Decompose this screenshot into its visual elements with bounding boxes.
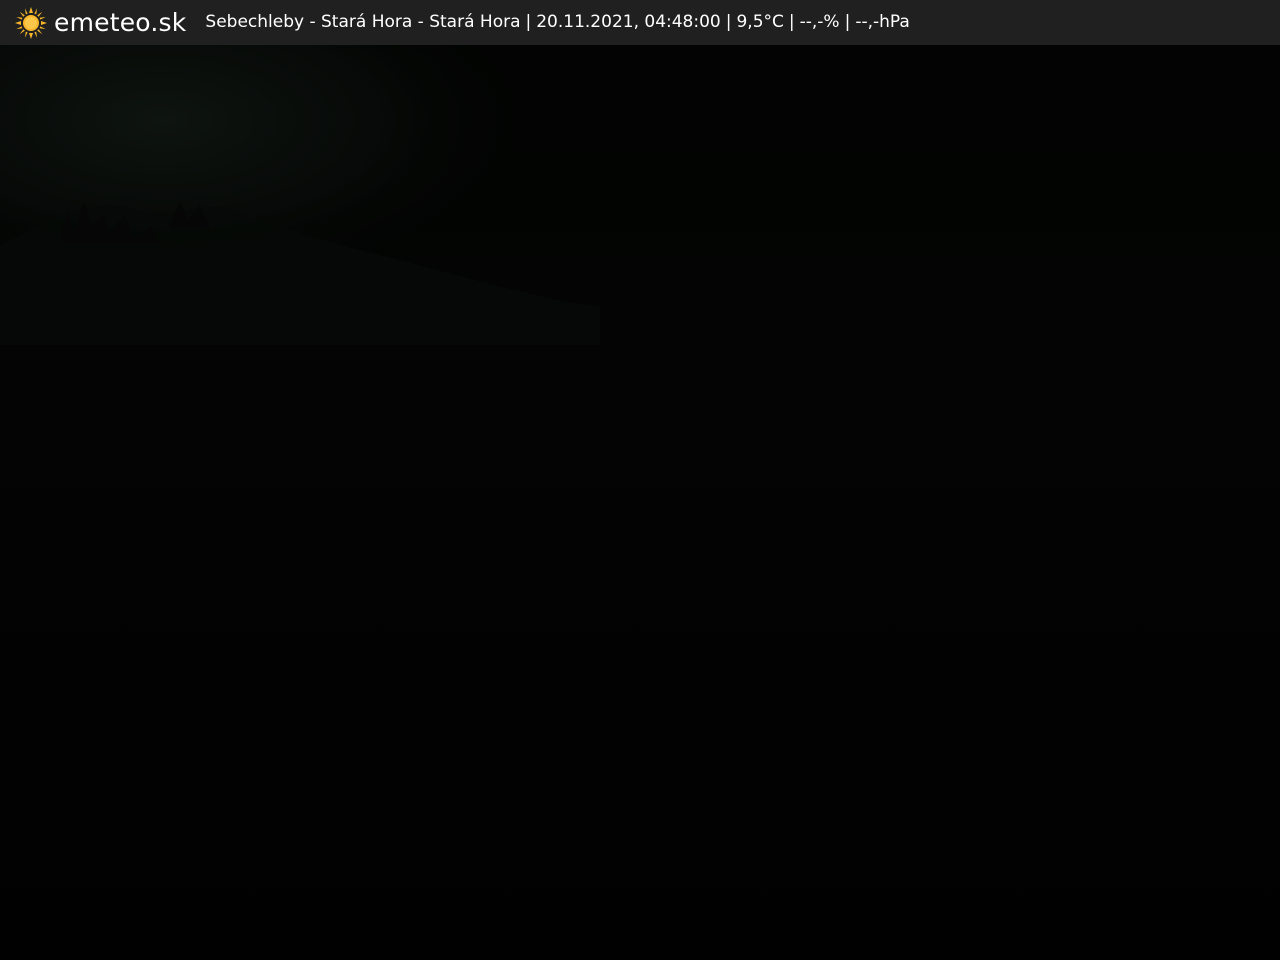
- humidity-reading: --,-%: [799, 12, 840, 32]
- webcam-caption-bar: emeteo.sk Sebechleby - Stará Hora - Star…: [0, 0, 1280, 45]
- location-name: Sebechleby - Stará Hora - Stará Hora: [205, 12, 521, 32]
- station-caption: Sebechleby - Stará Hora - Stará Hora | 2…: [205, 0, 909, 45]
- separator: |: [788, 12, 795, 32]
- pressure-reading: --,-hPa: [855, 12, 910, 32]
- logo[interactable]: emeteo.sk: [14, 0, 186, 45]
- timestamp: 20.11.2021, 04:48:00: [536, 12, 721, 32]
- temperature-reading: 9,5°C: [736, 12, 784, 32]
- webcam-frame: emeteo.sk Sebechleby - Stará Hora - Star…: [0, 0, 1280, 960]
- sun-icon: [14, 6, 48, 40]
- webcam-image: [0, 45, 1280, 960]
- separator: |: [725, 12, 732, 32]
- brand-name: emeteo.sk: [54, 8, 187, 37]
- separator: |: [525, 12, 532, 32]
- separator: |: [844, 12, 851, 32]
- night-landscape: [0, 45, 1280, 960]
